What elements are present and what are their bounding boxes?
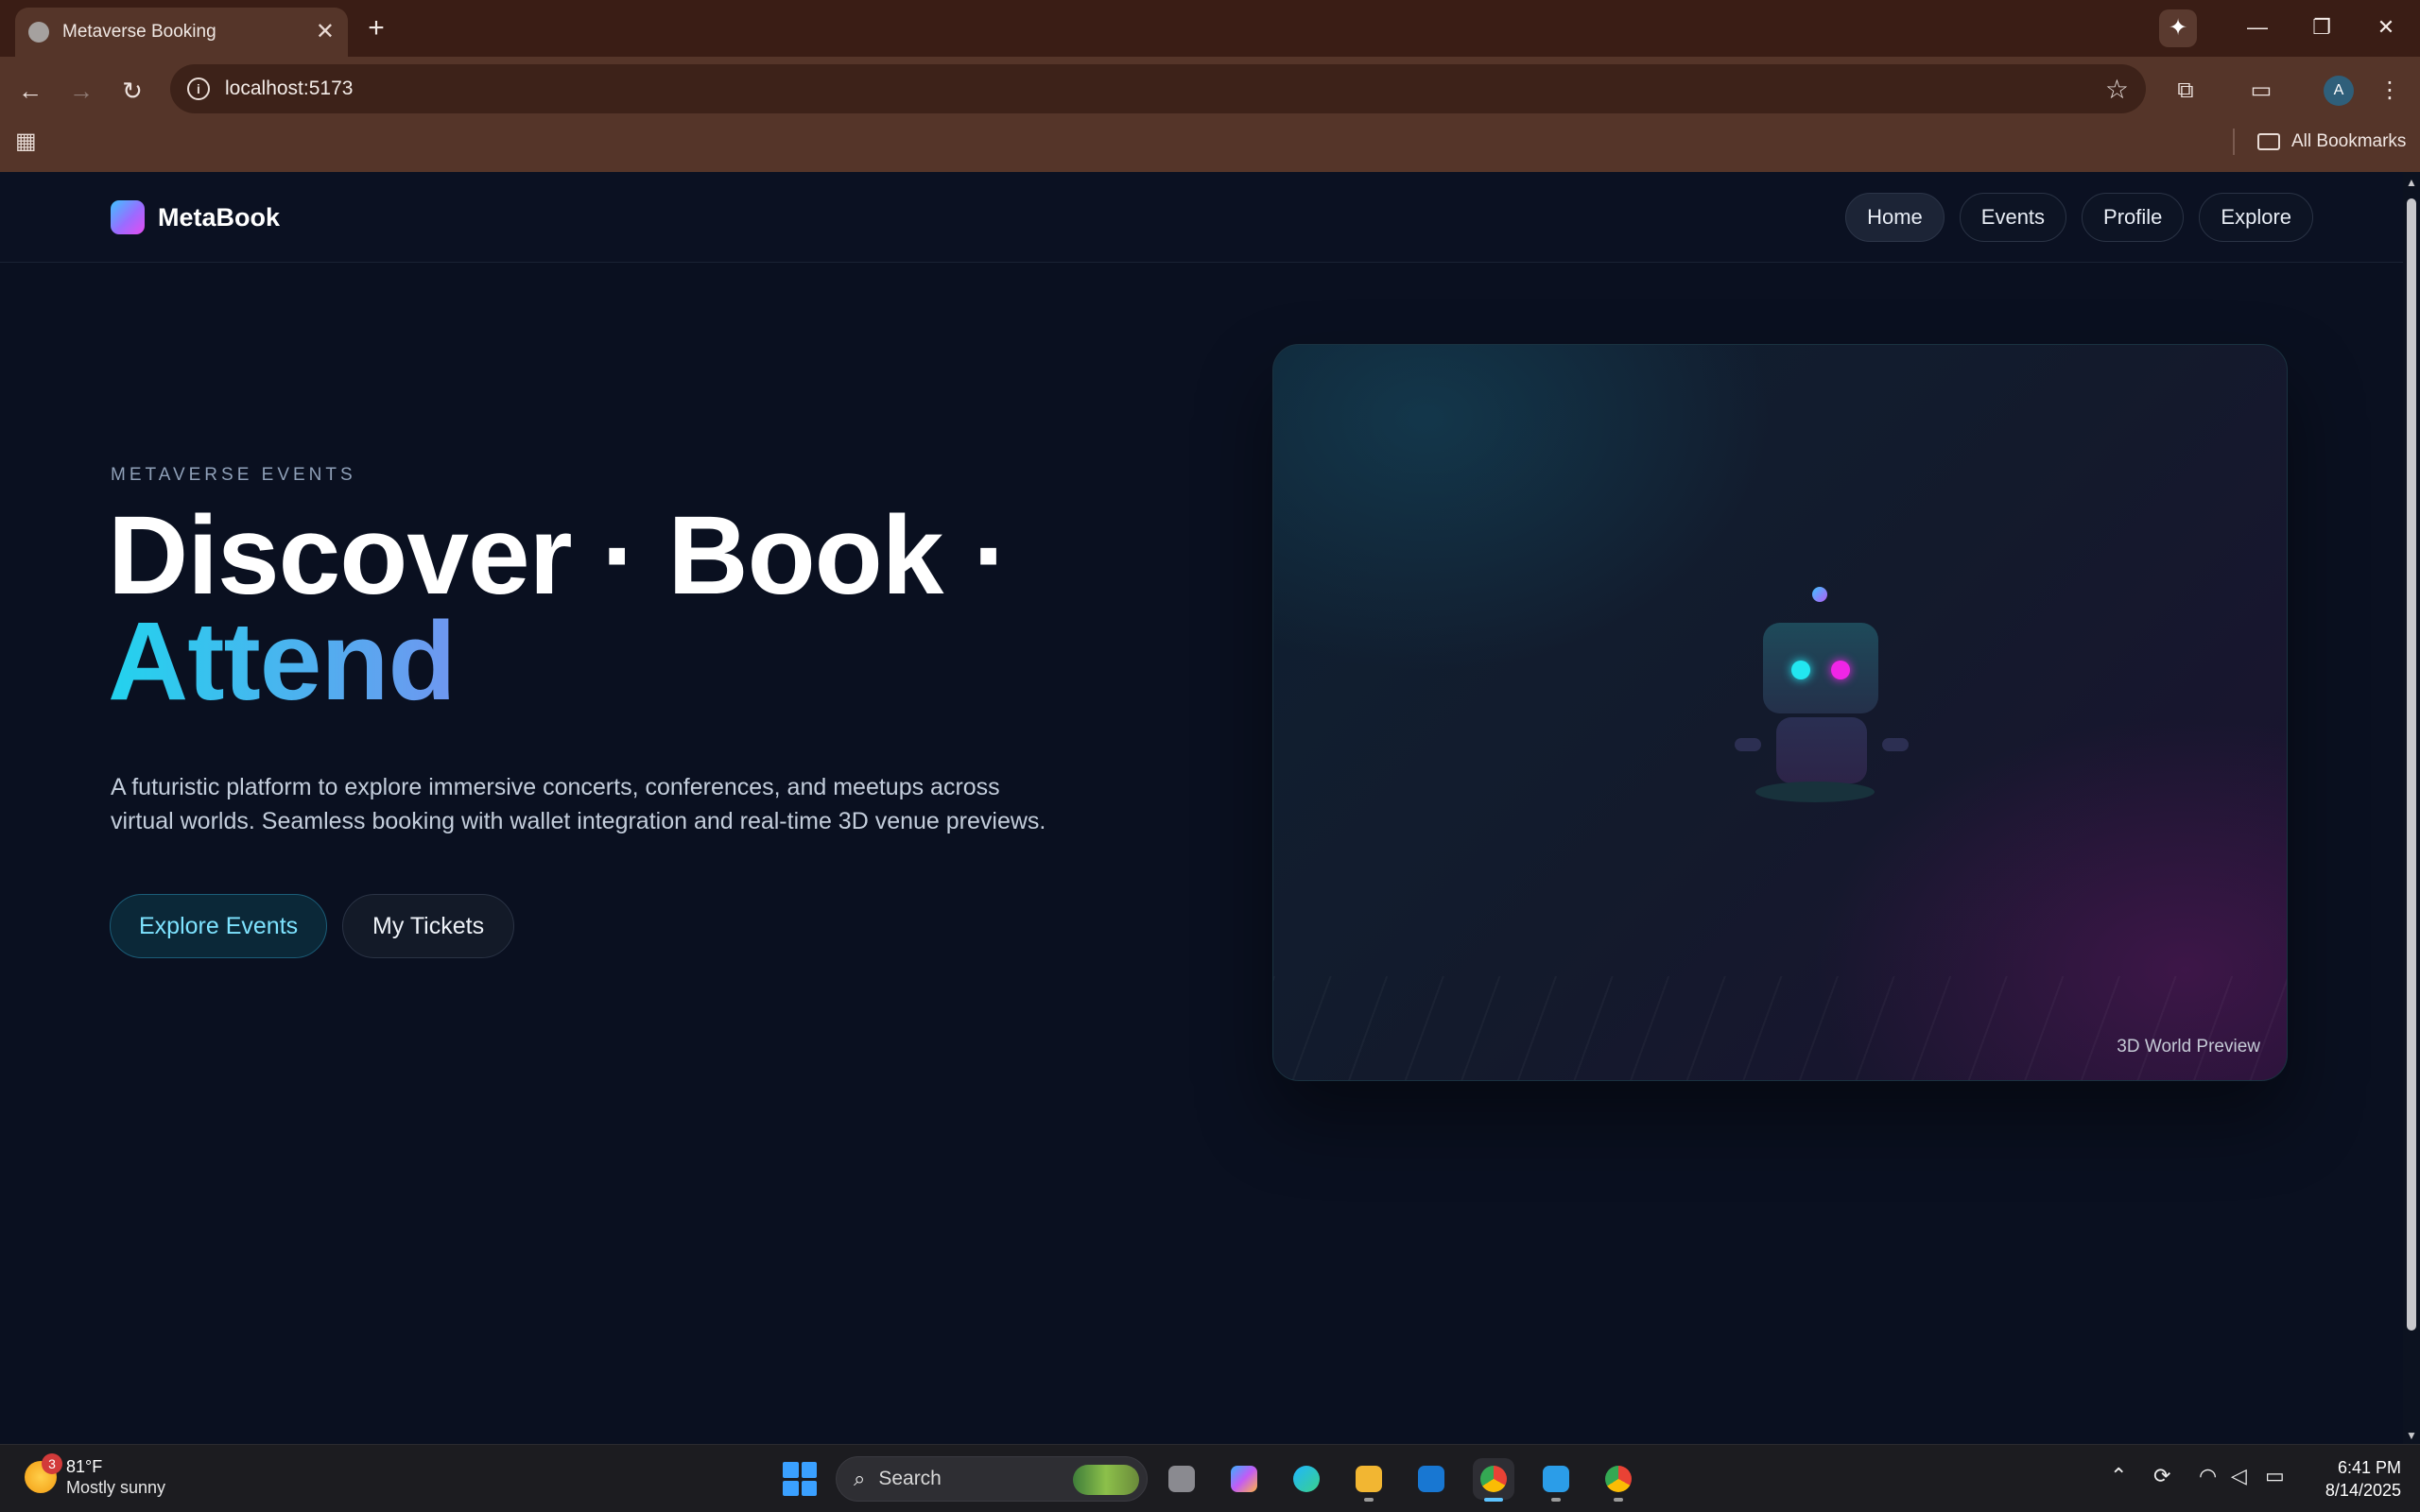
robot-base: [1755, 782, 1875, 802]
preview-caption: 3D World Preview: [2117, 1037, 2260, 1057]
browser-tab[interactable]: Metaverse Booking ✕: [15, 8, 348, 57]
my-tickets-button[interactable]: My Tickets: [342, 894, 515, 958]
restore-icon[interactable]: ❐: [2293, 6, 2350, 49]
edge-icon[interactable]: [1286, 1458, 1327, 1500]
robot-eye-left: [1791, 661, 1810, 679]
notification-badge: 3: [42, 1453, 62, 1474]
globe-icon: [28, 22, 49, 43]
sparkle-icon[interactable]: ✦: [2159, 9, 2197, 47]
weather-temp: 81°F: [66, 1457, 103, 1476]
all-bookmarks[interactable]: All Bookmarks: [2257, 127, 2406, 157]
volume-icon[interactable]: ◁: [2231, 1464, 2247, 1488]
main-nav: Home Events Profile Explore: [1845, 193, 2313, 242]
folder-icon: [2257, 133, 2280, 150]
hero-headline: Discover · Book · Attend: [108, 493, 1010, 717]
logo-mark-icon: [111, 200, 145, 234]
weather-desc: Mostly sunny: [66, 1478, 166, 1497]
all-bookmarks-label: All Bookmarks: [2291, 131, 2407, 151]
hero-description: A futuristic platform to explore immersi…: [111, 774, 1046, 834]
nav-profile[interactable]: Profile: [2082, 193, 2185, 242]
address-bar[interactable]: i localhost:5173 ☆: [170, 64, 2146, 113]
cast-icon[interactable]: ▭: [2242, 72, 2280, 110]
hero-eyebrow: METAVERSE EVENTS: [111, 465, 356, 485]
headline-line-2: Attend: [108, 606, 1009, 717]
minimize-icon[interactable]: —: [2229, 6, 2286, 49]
vscode-icon[interactable]: [1535, 1458, 1577, 1502]
nav-events[interactable]: Events: [1959, 193, 2067, 242]
web-page: MetaBook Home Events Profile Explore MET…: [0, 172, 2403, 1444]
chrome-profile-icon[interactable]: [1598, 1458, 1639, 1502]
robot-antenna: [1812, 587, 1827, 602]
chrome-icon[interactable]: [1473, 1458, 1514, 1502]
site-info-icon[interactable]: i: [187, 77, 210, 100]
reload-icon[interactable]: ↻: [113, 72, 151, 110]
search-icon: ⌕: [854, 1467, 866, 1490]
task-view-icon[interactable]: [1161, 1458, 1202, 1500]
nav-home[interactable]: Home: [1845, 193, 1945, 242]
profile-avatar[interactable]: A: [2324, 76, 2354, 106]
site-header: MetaBook Home Events Profile Explore: [0, 172, 2403, 263]
scroll-up-icon[interactable]: ▲: [2406, 176, 2417, 189]
tab-title: Metaverse Booking: [62, 22, 216, 42]
clock-time: 6:41 PM: [2337, 1458, 2401, 1477]
robot-body: [1776, 717, 1867, 783]
file-explorer-icon[interactable]: [1348, 1458, 1390, 1502]
system-clock[interactable]: 6:41 PM 8/14/2025: [2307, 1456, 2401, 1502]
forward-icon[interactable]: →: [62, 72, 100, 110]
new-tab-button[interactable]: +: [359, 11, 393, 45]
battery-icon[interactable]: ▭: [2265, 1464, 2285, 1488]
scroll-down-icon[interactable]: ▼: [2406, 1429, 2417, 1442]
nav-explore[interactable]: Explore: [2199, 193, 2313, 242]
close-window-icon[interactable]: ✕: [2358, 6, 2414, 49]
brand-name: MetaBook: [158, 202, 281, 232]
explore-events-button[interactable]: Explore Events: [110, 894, 328, 958]
bookmark-star-icon[interactable]: ☆: [2105, 74, 2129, 105]
windows-start-icon[interactable]: [783, 1462, 817, 1496]
os-taskbar: 3 81°F Mostly sunny ⌕ Search ⌃ ⟳ ◠ ◁ ▭ 6…: [0, 1444, 2420, 1512]
weather-widget[interactable]: 3 81°F Mostly sunny: [25, 1453, 166, 1498]
robot-avatar: [1735, 587, 1909, 814]
tab-strip: Metaverse Booking ✕ + ✦ — ❐ ✕: [0, 0, 2420, 57]
back-icon[interactable]: ←: [11, 72, 49, 110]
close-tab-icon[interactable]: ✕: [316, 21, 335, 43]
taskbar-search[interactable]: ⌕ Search: [836, 1456, 1148, 1502]
bookmarks-divider: [2233, 129, 2235, 155]
menu-kebab-icon[interactable]: ⋮: [2371, 72, 2409, 110]
robot-arm-left: [1735, 738, 1761, 751]
world-preview-card[interactable]: 3D World Preview: [1272, 344, 2288, 1081]
search-label: Search: [878, 1468, 942, 1489]
url-text[interactable]: localhost:5173: [225, 77, 353, 100]
search-highlight-image: [1073, 1465, 1139, 1495]
outlook-icon[interactable]: [1410, 1458, 1452, 1500]
copilot-icon[interactable]: [1223, 1458, 1265, 1500]
sun-icon: 3: [25, 1453, 62, 1493]
page-scrollbar[interactable]: ▲ ▼: [2403, 172, 2420, 1444]
brand-logo[interactable]: MetaBook: [111, 200, 280, 234]
wifi-icon[interactable]: ◠: [2199, 1464, 2217, 1488]
robot-eye-right: [1831, 661, 1850, 679]
chevron-up-icon[interactable]: ⌃: [2110, 1464, 2127, 1488]
robot-arm-right: [1882, 738, 1909, 751]
scrollbar-thumb[interactable]: [2407, 198, 2416, 1331]
robot-head: [1763, 623, 1878, 713]
clock-date: 8/14/2025: [2325, 1481, 2401, 1500]
headline-line-1: Discover · Book ·: [108, 493, 1010, 618]
apps-grid-icon[interactable]: ▦: [15, 129, 42, 155]
extensions-icon[interactable]: ⧉: [2167, 72, 2204, 110]
sync-icon[interactable]: ⟳: [2153, 1464, 2170, 1488]
preview-grid-floor: [1273, 976, 2287, 1080]
